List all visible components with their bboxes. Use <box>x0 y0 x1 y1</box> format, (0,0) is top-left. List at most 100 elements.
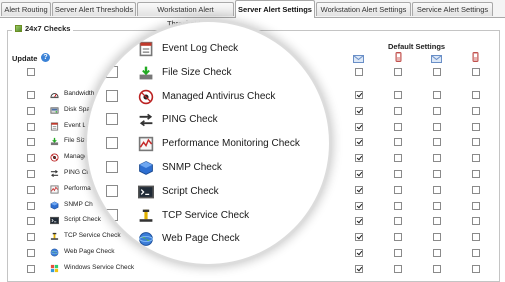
ping-icon <box>50 169 59 178</box>
default-setting-checkbox[interactable] <box>472 186 480 194</box>
default-setting-checkbox[interactable] <box>394 186 402 194</box>
default-setting-checkbox[interactable] <box>355 170 363 178</box>
default-setting-checkbox[interactable] <box>394 265 402 273</box>
update-header: Update <box>12 54 38 63</box>
update-checkbox[interactable] <box>27 202 35 210</box>
update-checkbox[interactable] <box>27 154 35 162</box>
update-checkbox[interactable] <box>27 138 35 146</box>
default-col1-all-checkbox[interactable] <box>355 68 363 76</box>
default-setting-checkbox[interactable] <box>472 202 480 210</box>
update-all-checkbox[interactable] <box>27 68 35 76</box>
update-checkbox[interactable] <box>27 91 35 99</box>
help-icon[interactable]: ? <box>41 53 50 62</box>
default-setting-checkbox[interactable] <box>433 186 441 194</box>
magnified-check-label: PING Check <box>162 114 218 125</box>
magnified-update-checkbox[interactable] <box>106 185 118 197</box>
default-setting-checkbox[interactable] <box>472 123 480 131</box>
tab-workstation-alert-thresholds[interactable]: Workstation Alert Thresholds <box>137 2 234 28</box>
section-legend: 24x7 Checks <box>12 24 74 33</box>
update-checkbox[interactable] <box>27 186 35 194</box>
default-setting-checkbox[interactable] <box>394 249 402 257</box>
default-col2-all-checkbox[interactable] <box>394 68 402 76</box>
tcp-icon <box>50 232 59 240</box>
magnified-update-checkbox[interactable] <box>106 232 118 244</box>
default-setting-checkbox[interactable] <box>394 138 402 146</box>
default-setting-checkbox[interactable] <box>433 249 441 257</box>
windows-service-icon <box>50 264 59 273</box>
performance-icon <box>138 136 154 152</box>
script-icon <box>50 216 59 225</box>
phone-icon <box>395 52 402 62</box>
default-setting-checkbox[interactable] <box>433 202 441 210</box>
phone-icon <box>472 52 479 62</box>
default-setting-checkbox[interactable] <box>394 91 402 99</box>
default-setting-checkbox[interactable] <box>472 217 480 225</box>
tab-service-alert-settings[interactable]: Service Alert Settings <box>412 2 493 16</box>
magnified-check-label: TCP Service Check <box>162 210 250 221</box>
section-title: 24x7 Checks <box>25 24 71 33</box>
default-setting-checkbox[interactable] <box>355 91 363 99</box>
ping-icon <box>139 113 153 127</box>
default-setting-checkbox[interactable] <box>355 202 363 210</box>
default-setting-checkbox[interactable] <box>433 107 441 115</box>
default-setting-checkbox[interactable] <box>355 249 363 257</box>
default-setting-checkbox[interactable] <box>433 217 441 225</box>
default-setting-checkbox[interactable] <box>355 138 363 146</box>
default-setting-checkbox[interactable] <box>472 107 480 115</box>
tab-server-alert-thresholds[interactable]: Server Alert Thresholds <box>52 2 136 16</box>
default-setting-checkbox[interactable] <box>433 138 441 146</box>
update-checkbox[interactable] <box>27 265 35 273</box>
magnified-check-label: Managed Antivirus Check <box>162 91 276 102</box>
default-setting-checkbox[interactable] <box>355 265 363 273</box>
default-setting-checkbox[interactable] <box>472 265 480 273</box>
default-setting-checkbox[interactable] <box>472 91 480 99</box>
default-setting-checkbox[interactable] <box>433 233 441 241</box>
default-setting-checkbox[interactable] <box>394 154 402 162</box>
magnified-update-checkbox[interactable] <box>106 137 118 149</box>
magnified-check-label: Script Check <box>162 186 219 197</box>
default-setting-checkbox[interactable] <box>394 123 402 131</box>
magnified-update-checkbox[interactable] <box>106 113 118 125</box>
magnified-update-checkbox[interactable] <box>106 161 118 173</box>
default-setting-checkbox[interactable] <box>355 217 363 225</box>
tab-workstation-alert-settings[interactable]: Workstation Alert Settings <box>316 2 411 16</box>
default-setting-checkbox[interactable] <box>433 170 441 178</box>
default-setting-checkbox[interactable] <box>433 123 441 131</box>
default-col4-all-checkbox[interactable] <box>472 68 480 76</box>
magnified-check-label: Web Page Check <box>162 233 240 244</box>
magnified-update-checkbox[interactable] <box>106 66 118 78</box>
section-collapse-icon[interactable] <box>15 25 22 32</box>
snmp-icon <box>50 201 59 210</box>
default-setting-checkbox[interactable] <box>472 249 480 257</box>
default-setting-checkbox[interactable] <box>433 154 441 162</box>
default-setting-checkbox[interactable] <box>394 217 402 225</box>
default-setting-checkbox[interactable] <box>472 138 480 146</box>
update-checkbox[interactable] <box>27 233 35 241</box>
update-checkbox[interactable] <box>27 170 35 178</box>
update-checkbox[interactable] <box>27 107 35 115</box>
default-setting-checkbox[interactable] <box>355 233 363 241</box>
magnified-update-checkbox[interactable] <box>106 209 118 221</box>
default-setting-checkbox[interactable] <box>472 154 480 162</box>
file-size-icon <box>139 66 153 80</box>
default-setting-checkbox[interactable] <box>394 170 402 178</box>
default-setting-checkbox[interactable] <box>394 233 402 241</box>
tab-alert-routing[interactable]: Alert Routing <box>1 2 51 16</box>
antivirus-icon <box>50 153 59 162</box>
default-setting-checkbox[interactable] <box>433 265 441 273</box>
magnified-update-checkbox[interactable] <box>106 90 118 102</box>
default-setting-checkbox[interactable] <box>472 233 480 241</box>
update-checkbox[interactable] <box>27 217 35 225</box>
update-checkbox[interactable] <box>27 123 35 131</box>
default-setting-checkbox[interactable] <box>433 91 441 99</box>
tab-server-alert-settings[interactable]: Server Alert Settings <box>235 0 315 18</box>
default-setting-checkbox[interactable] <box>394 107 402 115</box>
default-setting-checkbox[interactable] <box>472 170 480 178</box>
default-setting-checkbox[interactable] <box>355 123 363 131</box>
default-setting-checkbox[interactable] <box>394 202 402 210</box>
update-checkbox[interactable] <box>27 249 35 257</box>
default-setting-checkbox[interactable] <box>355 107 363 115</box>
default-setting-checkbox[interactable] <box>355 154 363 162</box>
default-col3-all-checkbox[interactable] <box>433 68 441 76</box>
default-setting-checkbox[interactable] <box>355 186 363 194</box>
